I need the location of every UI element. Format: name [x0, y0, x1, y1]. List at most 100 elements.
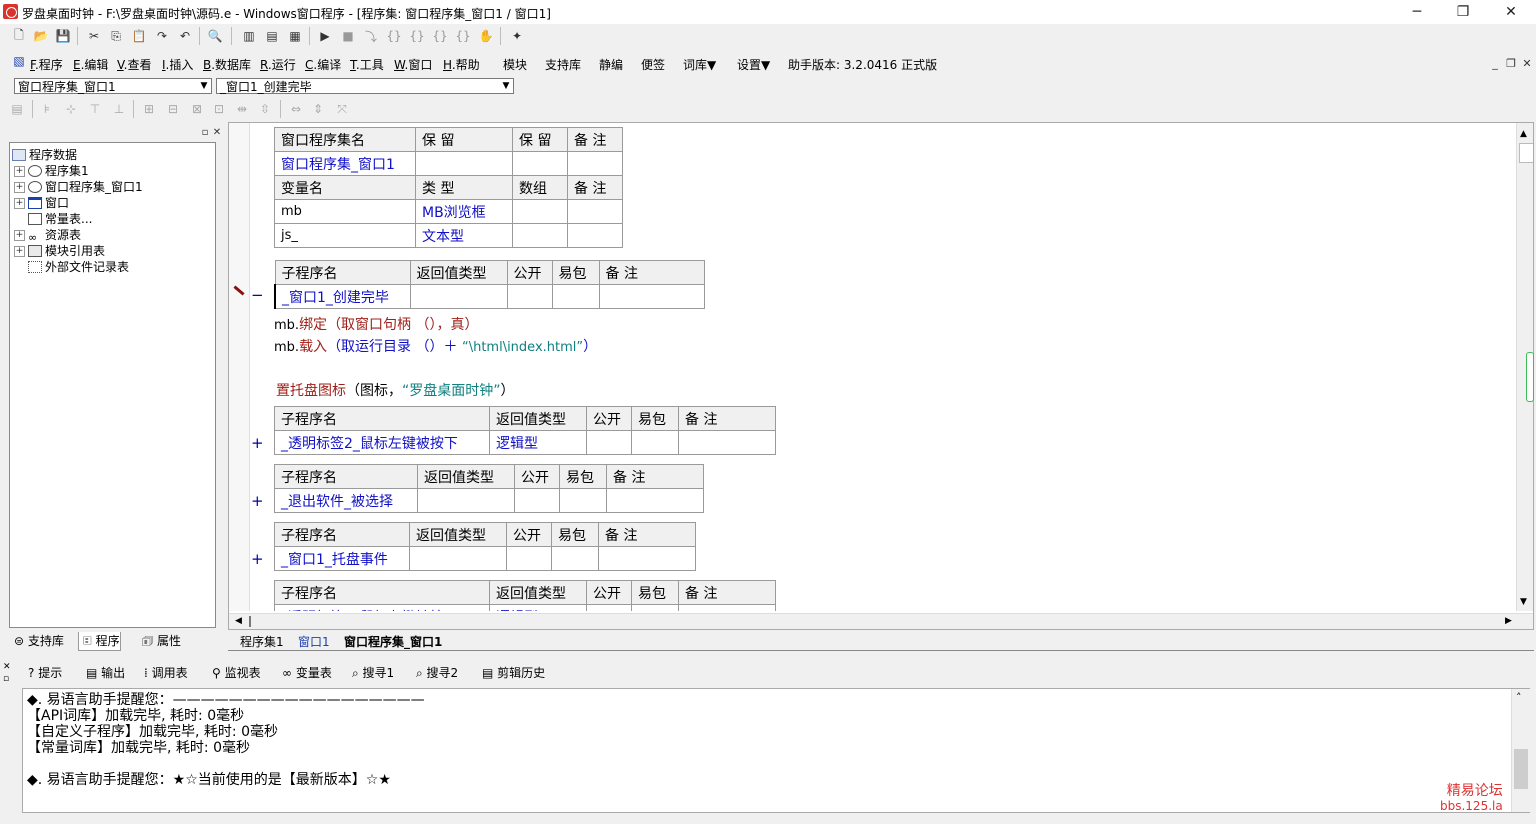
menu-run[interactable]: R.运行: [260, 56, 296, 73]
run-icon[interactable]: ▶: [316, 27, 334, 45]
menu-tools[interactable]: T.工具: [350, 56, 384, 73]
close-button[interactable]: ✕: [1488, 0, 1534, 24]
step-out-icon[interactable]: {}: [408, 27, 426, 45]
table-row[interactable]: _透明标签2_鼠标左键被按下 逻辑型: [274, 430, 776, 455]
save-icon[interactable]: 💾: [54, 27, 72, 45]
layout3-icon[interactable]: ▦: [286, 27, 304, 45]
restore-button[interactable]: ❐: [1440, 0, 1486, 24]
return-type-cell[interactable]: [409, 284, 508, 309]
tree-item-window-assembly[interactable]: 窗口程序集_窗口1: [28, 179, 143, 195]
expand-icon[interactable]: +: [251, 550, 264, 568]
tree-item-module-refs[interactable]: 模块引用表: [28, 243, 105, 259]
redo-icon[interactable]: ↷: [153, 27, 171, 45]
scroll-right-icon[interactable]: ▶: [1505, 616, 1512, 626]
minimize-button[interactable]: ─: [1394, 0, 1440, 24]
align-bottom-icon[interactable]: ⊥: [110, 100, 128, 118]
expand-icon[interactable]: +: [251, 434, 264, 452]
collapse-icon[interactable]: −: [251, 286, 264, 304]
table-row[interactable]: mb MB浏览框: [274, 199, 623, 224]
return-type-cell[interactable]: [417, 488, 515, 513]
menu-help[interactable]: H.帮助: [443, 56, 480, 73]
undo-icon[interactable]: ↶: [176, 27, 194, 45]
table-cell[interactable]: [512, 151, 568, 176]
menu-insert[interactable]: I.插入: [162, 56, 193, 73]
paste-icon[interactable]: 📋: [130, 27, 148, 45]
var-name-cell[interactable]: js_: [274, 223, 416, 248]
scroll-down-icon[interactable]: ▼: [1520, 597, 1527, 607]
align-left-icon[interactable]: ⊧: [38, 100, 56, 118]
app-menu-icon[interactable]: ▧: [10, 52, 28, 70]
scroll-left-icon[interactable]: ◀: [235, 616, 242, 626]
same-width-icon[interactable]: ⊠: [188, 100, 206, 118]
code-line-bind[interactable]: mb.绑定（取窗口句柄 （），真）: [274, 314, 479, 334]
tree-item-window[interactable]: 窗口: [28, 195, 69, 211]
assembly-select[interactable]: 窗口程序集_窗口1 ▼: [14, 78, 212, 94]
new-file-icon[interactable]: 🗋: [10, 27, 28, 45]
table-cell[interactable]: [512, 223, 568, 248]
tree-item-assembly1[interactable]: 程序集1: [28, 163, 89, 179]
same-height-icon[interactable]: ⊡: [210, 100, 228, 118]
cut-icon[interactable]: ✂: [85, 27, 103, 45]
run-to-icon[interactable]: {}: [454, 27, 472, 45]
menu-database[interactable]: B.数据库: [203, 56, 251, 73]
code-line-tray[interactable]: 置托盘图标（图标，“罗盘桌面时钟”）: [276, 380, 515, 400]
copy-icon[interactable]: ⎘: [107, 27, 125, 45]
table-cell[interactable]: [415, 151, 513, 176]
space-h-icon[interactable]: ⇹: [233, 100, 251, 118]
menu-wordlib[interactable]: 词库▼: [683, 56, 716, 73]
doc-tab-assembly1[interactable]: 程序集1: [240, 634, 284, 650]
table-cell[interactable]: [512, 199, 568, 224]
output-pane[interactable]: ◆. 易语言助手提醒您：—————————————————— 【API词库】加载…: [22, 688, 1530, 813]
table-row[interactable]: _窗口1_托盘事件: [274, 546, 696, 571]
pane-pin-icon[interactable]: ▫: [3, 674, 9, 684]
table-cell[interactable]: [567, 223, 623, 248]
resize-both-icon[interactable]: ⤧: [333, 100, 351, 118]
menu-window[interactable]: W.窗口: [394, 56, 432, 73]
menu-compile[interactable]: C.编译: [305, 56, 341, 73]
step-in-icon[interactable]: {}: [385, 27, 403, 45]
tab-variables[interactable]: ∞ 变量表: [282, 665, 332, 681]
layout2-icon[interactable]: ▤: [263, 27, 281, 45]
output-vscrollbar[interactable]: ˄: [1511, 689, 1530, 812]
scroll-up-icon[interactable]: ˄: [1516, 691, 1522, 704]
return-type-cell[interactable]: 逻辑型: [489, 430, 587, 455]
table-cell[interactable]: [567, 199, 623, 224]
expand-icon[interactable]: +: [14, 246, 25, 257]
doc-tab-window-assembly[interactable]: 窗口程序集_窗口1: [344, 634, 442, 650]
align-top-icon[interactable]: ⊤: [86, 100, 104, 118]
center-h-icon[interactable]: ⊞: [140, 100, 158, 118]
scroll-thumb[interactable]: [1519, 143, 1533, 163]
expand-icon[interactable]: +: [14, 230, 25, 241]
menu-static-compile[interactable]: 静编: [599, 56, 623, 73]
scroll-thumb[interactable]: [1514, 749, 1528, 789]
subroutine-name-cell[interactable]: _窗口1_托盘事件: [274, 546, 410, 571]
scroll-up-icon[interactable]: ▲: [1520, 129, 1527, 139]
menu-view[interactable]: V.查看: [117, 56, 152, 73]
open-folder-icon[interactable]: 📂: [32, 27, 50, 45]
subroutine-name-cell[interactable]: _透明标签2_鼠标左键被按下: [274, 430, 490, 455]
var-name-cell[interactable]: mb: [274, 199, 416, 224]
table-cell[interactable]: [567, 151, 623, 176]
expand-icon[interactable]: +: [251, 492, 264, 510]
return-type-cell[interactable]: [409, 546, 507, 571]
align-center-icon[interactable]: ⊹: [62, 100, 80, 118]
code-line-load[interactable]: mb.载入（取运行目录 （）＋ “\html\index.html”）: [274, 336, 597, 356]
align-grid-icon[interactable]: ▤: [8, 100, 26, 118]
tree-root[interactable]: 程序数据: [12, 147, 77, 163]
subroutine-name-cell[interactable]: _退出软件_被选择: [274, 488, 418, 513]
table-row[interactable]: _退出软件_被选择: [274, 488, 704, 513]
space-v-icon[interactable]: ⇳: [256, 100, 274, 118]
subroutine-name-cell[interactable]: _窗口1_创建完毕: [274, 284, 411, 309]
assembly-name-cell[interactable]: 窗口程序集_窗口1: [274, 151, 416, 176]
tree-item-external-files[interactable]: 外部文件记录表: [28, 259, 129, 275]
table-row[interactable]: _窗口1_创建完毕: [274, 284, 705, 309]
expand-icon[interactable]: +: [14, 166, 25, 177]
expand-icon[interactable]: +: [14, 198, 25, 209]
step-icon[interactable]: ⤵: [362, 27, 380, 45]
table-row[interactable]: js_ 文本型: [274, 223, 623, 248]
code-editor[interactable]: 窗口程序集名 保 留 保 留 备 注 窗口程序集_窗口1 变量名 类 型 数组 …: [228, 122, 1534, 630]
wizard-icon[interactable]: ✦: [508, 27, 526, 45]
doc-tab-window1[interactable]: 窗口1: [298, 634, 330, 650]
subroutine-select[interactable]: _窗口1_创建完毕 ▼: [216, 78, 514, 94]
menu-edit[interactable]: E.编辑: [73, 56, 108, 73]
